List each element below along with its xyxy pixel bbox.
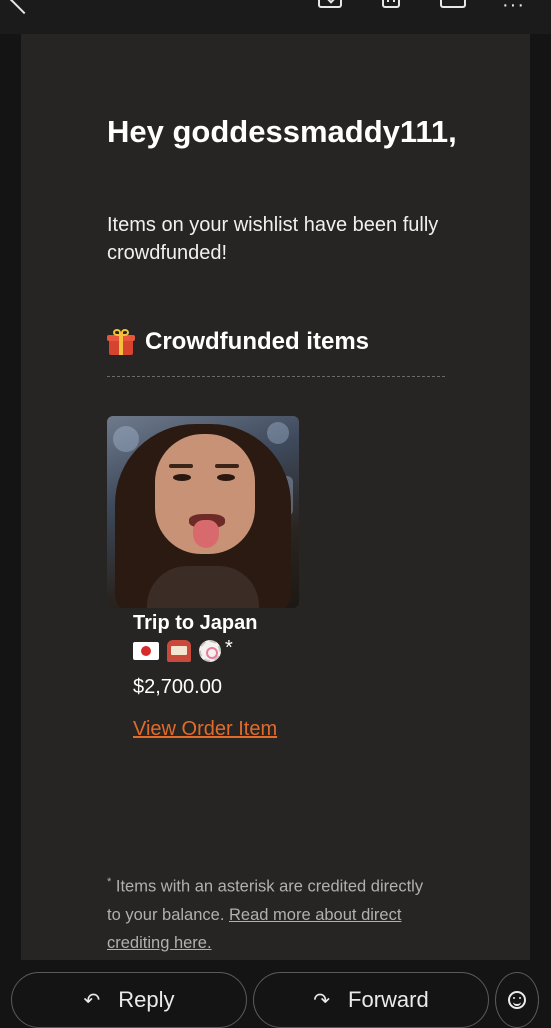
item-emoji-row: *	[133, 636, 233, 662]
forward-label: Forward	[348, 987, 429, 1012]
reply-action-bar: ↶ Reply ↷ Forward	[0, 960, 551, 1028]
item-photo[interactable]	[107, 416, 299, 608]
japan-flag-icon	[133, 642, 159, 660]
item-name: Trip to Japan	[133, 612, 258, 634]
delete-icon[interactable]	[382, 0, 400, 8]
intro-text: Items on your wishlist have been fully c…	[107, 214, 439, 264]
item-price: $2,700.00	[133, 676, 222, 698]
section-heading: Crowdfunded items	[107, 328, 369, 356]
reply-button[interactable]: ↶ Reply	[11, 972, 247, 1028]
email-toolbar: ···	[0, 0, 551, 34]
mark-unread-icon[interactable]	[440, 0, 466, 8]
footnote-text: * Items with an asterisk are credited di…	[107, 868, 427, 957]
section-heading-label: Crowdfunded items	[145, 328, 370, 355]
more-icon[interactable]: ···	[502, 0, 525, 17]
forward-button[interactable]: ↷ Forward	[253, 972, 489, 1028]
reply-icon: ↶	[83, 989, 101, 1012]
view-order-item-link[interactable]: View Order Item	[133, 714, 283, 744]
forward-icon: ↷	[313, 989, 331, 1012]
dashed-divider	[107, 376, 445, 377]
smiley-icon	[508, 991, 526, 1009]
emoji-reaction-button[interactable]	[495, 972, 539, 1028]
asterisk-mark: *	[225, 636, 233, 659]
archive-icon[interactable]	[318, 0, 342, 8]
reply-label: Reply	[118, 987, 175, 1012]
fish-cake-icon	[199, 640, 221, 662]
back-icon[interactable]	[9, 0, 39, 15]
email-body: Hey goddessmaddy111, Items on your wishl…	[21, 34, 530, 960]
greeting-heading: Hey goddessmaddy111,	[107, 114, 457, 149]
slot-machine-icon	[167, 640, 191, 662]
gift-icon	[107, 329, 135, 355]
